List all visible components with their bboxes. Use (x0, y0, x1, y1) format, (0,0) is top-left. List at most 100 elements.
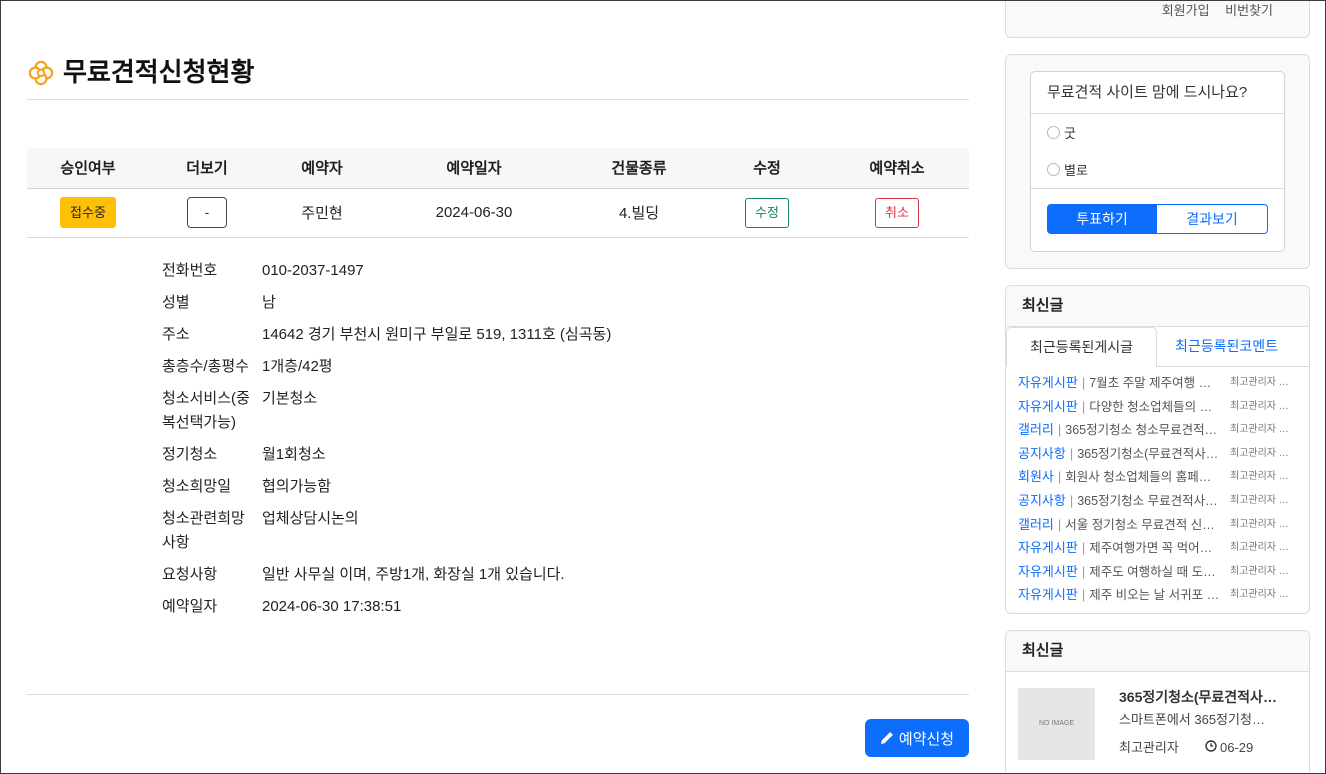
list-item[interactable]: 자유게시판 | 다양한 청소업체들의 … 최고관리자 … (1006, 395, 1309, 419)
detail-label: 요청사항 (162, 566, 218, 583)
post-separator: | (1069, 445, 1074, 461)
cancel-reservation-button[interactable]: 취소 (875, 197, 919, 228)
post-separator: | (1057, 469, 1062, 485)
detail-row: 청소관련희망사항 업체상담시논의 (162, 503, 952, 559)
post-author: 최고관리자 … (1230, 565, 1289, 577)
list-item[interactable]: 회원사 | 회원사 청소업체들의 홈페… 최고관리자 … (1006, 465, 1309, 489)
sidebar: 회원가입 비번찾기 무료견적 사이트 맘에 드시나요? 굿 별로 투표하기 결과… (1005, 0, 1310, 774)
collapse-details-button[interactable]: - (187, 197, 227, 228)
detail-label: 예약일자 (162, 598, 218, 615)
post-separator: | (1081, 563, 1086, 579)
post-board-link[interactable]: 공지사항 (1018, 446, 1066, 461)
member-links: 회원가입 비번찾기 (1162, 3, 1273, 19)
list-item[interactable]: 공지사항 | 365정기청소(무료견적사… 최고관리자 … (1006, 442, 1309, 466)
post-subject-link[interactable]: 제주여행가면 꼭 먹어… (1089, 541, 1212, 555)
flower-icon (27, 59, 55, 87)
thumbnail-placeholder[interactable]: NO IMAGE (1018, 688, 1095, 760)
poll-options: 굿 별로 (1031, 114, 1284, 189)
status-badge: 접수중 (60, 197, 116, 228)
gallery-item-date-wrap: 06-29 (1205, 737, 1253, 759)
post-board-link[interactable]: 자유게시판 (1018, 399, 1078, 414)
post-board-link[interactable]: 자유게시판 (1018, 587, 1078, 602)
post-board-link[interactable]: 자유게시판 (1018, 375, 1078, 390)
list-item[interactable]: 자유게시판 | 7월초 주말 제주여행 … 최고관리자 … (1006, 371, 1309, 395)
post-board-link[interactable]: 갤러리 (1018, 422, 1054, 437)
poll-option-label: 굿 (1064, 126, 1076, 141)
list-item[interactable]: 자유게시판 | 제주여행가면 꼭 먹어… 최고관리자 … (1006, 536, 1309, 560)
post-author: 최고관리자 … (1230, 542, 1289, 554)
cell-more: - (149, 188, 265, 238)
post-subject-link[interactable]: 7월초 주말 제주여행 … (1089, 376, 1211, 390)
poll-results-button[interactable]: 결과보기 (1157, 204, 1268, 234)
col-header-approval: 승인여부 (27, 148, 149, 189)
page: 무료견적신청현황 승인여부 더보기 예약자 예약일자 건물종류 수정 예약취소 (0, 0, 1326, 774)
post-author: 최고관리자 … (1230, 494, 1289, 506)
tab-recent-comments[interactable]: 최근등록된코멘트 (1157, 327, 1278, 367)
post-separator: | (1081, 540, 1086, 556)
list-item[interactable]: 자유게시판 | 제주도 여행하실 때 도… 최고관리자 … (1006, 560, 1309, 584)
post-subject-link[interactable]: 365정기청소 청소무료견적… (1065, 423, 1217, 437)
detail-label: 전화번호 (162, 262, 218, 279)
detail-row: 총층수/총평수 1개층/42평 (162, 351, 952, 383)
detail-value: 업체상담시논의 (262, 510, 359, 527)
post-board-link[interactable]: 자유게시판 (1018, 564, 1078, 579)
list-item[interactable]: 갤러리 | 서울 정기청소 무료견적 신… 최고관리자 … (1006, 513, 1309, 537)
post-subject-link[interactable]: 제주도 여행하실 때 도… (1089, 565, 1215, 579)
post-subject-link[interactable]: 제주 비오는 날 서귀포 … (1089, 588, 1219, 602)
page-title: 무료견적신청현황 (63, 57, 255, 87)
post-board-link[interactable]: 갤러리 (1018, 517, 1054, 532)
detail-row: 정기청소 월1회청소 (162, 439, 952, 471)
radio-button[interactable] (1047, 126, 1060, 139)
detail-label: 성별 (162, 294, 190, 311)
post-board-link[interactable]: 회원사 (1018, 469, 1054, 484)
gallery-item-meta: 최고관리자 06-29 (1119, 737, 1299, 759)
join-link[interactable]: 회원가입 (1162, 3, 1210, 18)
main-content: 무료견적신청현황 승인여부 더보기 예약자 예약일자 건물종류 수정 예약취소 (27, 0, 969, 774)
post-author: 최고관리자 … (1230, 377, 1289, 388)
post-author: 최고관리자 … (1230, 447, 1289, 459)
cell-cancel: 취소 (825, 188, 969, 238)
table-row: 접수중 - 주민현 2024-06-30 4.빌딩 수정 취소 (27, 188, 969, 238)
list-item[interactable]: 자유게시판 | 제주 비오는 날 서귀포 … 최고관리자 … (1006, 583, 1309, 607)
col-header-cancel: 예약취소 (825, 148, 969, 189)
reservation-table: 승인여부 더보기 예약자 예약일자 건물종류 수정 예약취소 접수중 - 주민현… (27, 148, 969, 238)
detail-value: 기본청소 (262, 390, 318, 407)
vote-button[interactable]: 투표하기 (1047, 204, 1157, 234)
post-subject-link[interactable]: 서울 정기청소 무료견적 신… (1065, 518, 1214, 532)
poll-option[interactable]: 별로 (1031, 151, 1284, 188)
post-subject-link[interactable]: 365정기청소 무료견적사… (1077, 494, 1217, 508)
post-subject-link[interactable]: 회원사 청소업체들의 홈페… (1065, 470, 1211, 484)
detail-label: 주소 (162, 326, 190, 343)
poll-question: 무료견적 사이트 맘에 드시나요? (1031, 72, 1284, 114)
post-separator: | (1081, 587, 1086, 603)
detail-row: 청소희망일 협의가능함 (162, 471, 952, 503)
reserve-button-label: 예약신청 (898, 730, 955, 748)
detail-value: 010-2037-1497 (262, 262, 364, 279)
post-board-link[interactable]: 공지사항 (1018, 493, 1066, 508)
details-divider (27, 694, 969, 695)
pencil-icon (880, 731, 894, 745)
post-subject-link[interactable]: 다양한 청소업체들의 … (1089, 400, 1212, 414)
post-board-link[interactable]: 자유게시판 (1018, 540, 1078, 555)
latest-gallery-box: 최신글 NO IMAGE 365정기청소(무료견적사… 스마트폰에서 365정기… (1005, 630, 1310, 774)
edit-button[interactable]: 수정 (745, 197, 789, 228)
detail-row: 전화번호 010-2037-1497 (162, 255, 952, 287)
post-author: 최고관리자 … (1230, 471, 1289, 483)
radio-button[interactable] (1047, 163, 1060, 176)
post-author: 최고관리자 … (1230, 589, 1289, 601)
list-item[interactable]: 공지사항 | 365정기청소 무료견적사… 최고관리자 … (1006, 489, 1309, 513)
detail-value: 14642 경기 부천시 원미구 부일로 519, 1311호 (심곡동) (262, 326, 612, 343)
poll-option[interactable]: 굿 (1031, 114, 1284, 151)
poll-box: 무료견적 사이트 맘에 드시나요? 굿 별로 투표하기 결과보기 (1005, 54, 1310, 269)
find-password-link[interactable]: 비번찾기 (1225, 3, 1273, 18)
gallery-item-title[interactable]: 365정기청소(무료견적사… (1119, 686, 1289, 708)
detail-label: 총층수/총평수 (162, 358, 249, 375)
tab-recent-posts[interactable]: 최근등록된게시글 (1006, 327, 1157, 367)
list-item[interactable]: 갤러리 | 365정기청소 청소무료견적… 최고관리자 … (1006, 418, 1309, 442)
reserve-button[interactable]: 예약신청 (865, 719, 969, 757)
detail-row: 예약일자 2024-06-30 17:38:51 (162, 591, 952, 623)
gallery-item-date: 06-29 (1220, 740, 1254, 755)
post-separator: | (1057, 422, 1062, 438)
post-separator: | (1069, 492, 1074, 508)
post-subject-link[interactable]: 365정기청소(무료견적사… (1077, 447, 1218, 461)
